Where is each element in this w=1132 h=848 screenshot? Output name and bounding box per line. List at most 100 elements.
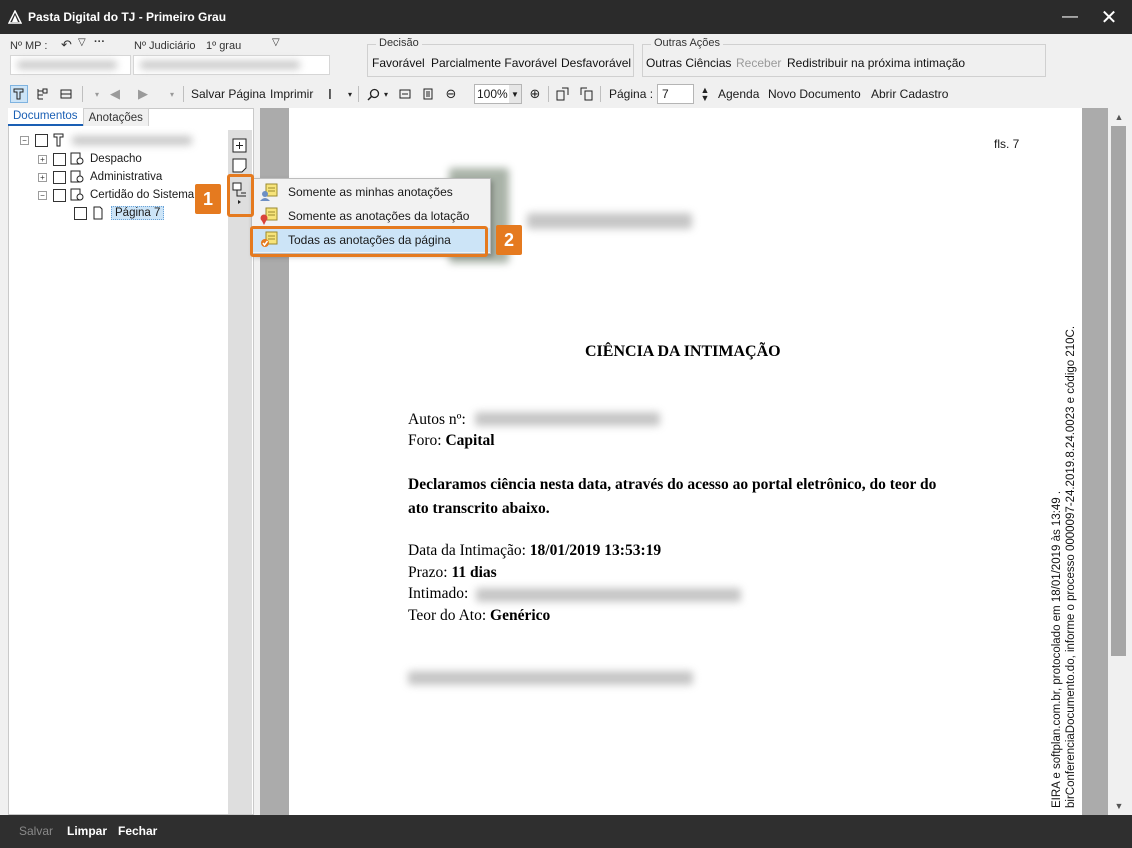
tree-item-label: Página 7	[111, 206, 165, 220]
fechar-button[interactable]: Fechar	[118, 824, 157, 838]
foro-label: Foro:	[408, 432, 442, 449]
abrir-cadastro-button[interactable]: Abrir Cadastro	[871, 85, 948, 103]
checkbox[interactable]	[53, 188, 66, 202]
checkbox[interactable]	[53, 152, 66, 166]
autos-line: Autos nº:	[408, 411, 466, 429]
scroll-up-icon[interactable]: ▲	[1108, 109, 1130, 125]
favoravel-button[interactable]: Favorável	[372, 56, 425, 70]
tree-item-despacho[interactable]: + Despacho	[38, 150, 142, 168]
checkbox[interactable]	[53, 170, 66, 184]
nav-dropdown-icon[interactable]: ▾	[88, 85, 106, 103]
checkbox[interactable]	[35, 133, 48, 147]
agenda-button[interactable]: Agenda	[718, 85, 759, 103]
blurred-footer-text	[408, 671, 693, 685]
fit-page-icon[interactable]	[419, 85, 437, 103]
desfavoravel-button[interactable]: Desfavorável	[561, 56, 631, 70]
prazo-value: 11 dias	[451, 564, 497, 581]
callout-highlight-1	[227, 174, 254, 217]
tree-item-label: Administrativa	[90, 171, 163, 183]
outras-ciencias-button[interactable]: Outras Ciências	[646, 56, 731, 70]
tree-root[interactable]: −	[20, 131, 192, 149]
search-dropdown-icon[interactable]: ▾	[377, 85, 395, 103]
cursor-dropdown-icon[interactable]: ▾	[341, 85, 359, 103]
limpar-button[interactable]: Limpar	[67, 824, 107, 838]
document-seal-icon	[70, 188, 84, 201]
back-arrow-icon[interactable]: ↶	[61, 37, 72, 53]
collapse-icon[interactable]: −	[20, 135, 29, 145]
toolbar: ▾ ◀ ▶ ▾ Salvar Página Imprimir I ▾ ▾ ⊖ 1…	[0, 80, 1132, 108]
menu-item-label: Somente as minhas anotações	[288, 185, 453, 199]
close-window-button[interactable]: ✕	[1086, 0, 1132, 34]
header-fields: Nº MP : ↶ ▽ ··· Nº Judiciário 1º grau ▽ …	[0, 34, 1132, 80]
data-intimacao-line: Data da Intimação: 18/01/2019 13:53:19	[408, 542, 661, 560]
judiciario-label: Nº Judiciário	[134, 40, 196, 52]
receber-button[interactable]: Receber	[736, 56, 781, 70]
scrollbar-thumb[interactable]	[1111, 126, 1126, 656]
salvar-button[interactable]: Salvar	[19, 824, 53, 838]
zoom-select[interactable]: 100% ▼	[474, 84, 522, 104]
tree-item-administrativa[interactable]: + Administrativa	[38, 168, 162, 186]
autos-label: Autos nº:	[408, 411, 466, 428]
zoom-out-icon[interactable]: ⊖	[442, 85, 460, 103]
redistribuir-button[interactable]: Redistribuir na próxima intimação	[787, 56, 965, 70]
rotate-right-icon[interactable]	[577, 85, 595, 103]
novo-documento-button[interactable]: Novo Documento	[768, 85, 861, 103]
judiciario-input[interactable]	[133, 55, 330, 75]
next-dropdown-icon[interactable]: ▾	[163, 85, 181, 103]
user-note-icon	[260, 183, 278, 201]
tree-item-pagina[interactable]: Página 7	[74, 204, 165, 222]
grau-dropdown-icon[interactable]: ▽	[272, 37, 280, 48]
page-icon	[93, 206, 103, 220]
zoom-dropdown-icon[interactable]: ▼	[509, 85, 521, 103]
outras-acoes-title: Outras Ações	[651, 37, 724, 49]
data-label: Data da Intimação:	[408, 542, 526, 559]
prazo-line: Prazo: 11 dias	[408, 564, 497, 582]
tab-documentos[interactable]: Documentos	[8, 108, 83, 126]
callout-badge-2: 2	[496, 225, 522, 255]
pagina-label: Página :	[609, 87, 654, 101]
decisao-title: Decisão	[376, 37, 422, 49]
page-spinner-icon[interactable]: ▲ ▼	[696, 85, 714, 103]
menu-item-my-annotations[interactable]: Somente as minhas anotações	[252, 180, 490, 204]
page-number-value: 7	[662, 87, 669, 101]
collapse-icon[interactable]: −	[38, 190, 47, 200]
zoom-value: 100%	[477, 87, 508, 101]
blurred-autos-number	[475, 412, 660, 426]
note-icon[interactable]	[230, 156, 249, 175]
data-value: 18/01/2019 13:53:19	[529, 542, 662, 559]
zoom-in-icon[interactable]: ⊕	[526, 85, 544, 103]
list-view-icon[interactable]	[57, 85, 75, 103]
mp-label: Nº MP :	[10, 40, 48, 52]
expand-icon[interactable]: +	[38, 172, 47, 182]
callout-badge-1: 1	[195, 184, 221, 214]
panel-tabs: Documentos Anotações	[8, 108, 149, 126]
salvar-pagina-button[interactable]: Salvar Página	[191, 85, 266, 103]
text-cursor-icon[interactable]: I	[321, 85, 339, 103]
tree-item-label: Certidão do Sistema	[90, 189, 195, 201]
location-note-icon	[260, 207, 278, 225]
checkbox[interactable]	[74, 206, 87, 220]
page-number-input[interactable]: 7	[657, 84, 694, 104]
foro-line: Foro: Capital	[408, 432, 495, 450]
tree-view-icon[interactable]	[10, 85, 28, 103]
vertical-scrollbar[interactable]: ▲ ▼	[1108, 108, 1130, 815]
previous-page-icon[interactable]: ◀	[106, 85, 124, 103]
chevron-down-icon[interactable]: ▽	[78, 37, 86, 48]
imprimir-button[interactable]: Imprimir	[270, 85, 313, 103]
structure-icon[interactable]	[33, 85, 51, 103]
parcialmente-favoravel-button[interactable]: Parcialmente Favorável	[431, 56, 557, 70]
next-page-icon[interactable]: ▶	[134, 85, 152, 103]
add-annotation-icon[interactable]	[230, 136, 249, 155]
rotate-left-icon[interactable]	[554, 85, 572, 103]
more-icon[interactable]: ···	[94, 36, 105, 48]
grau-label: 1º grau	[206, 40, 242, 52]
menu-item-lotacao-annotations[interactable]: Somente as anotações da lotação	[252, 204, 490, 228]
mp-input[interactable]	[10, 55, 131, 75]
scroll-down-icon[interactable]: ▼	[1108, 798, 1130, 814]
teor-line: Teor do Ato: Genérico	[408, 607, 550, 625]
tab-anotacoes[interactable]: Anotações	[82, 108, 149, 126]
expand-icon[interactable]: +	[38, 154, 47, 164]
outras-acoes-group: Outras Ações Outras Ciências Receber Red…	[642, 37, 1046, 77]
fit-width-icon[interactable]	[396, 85, 414, 103]
menu-item-label: Somente as anotações da lotação	[288, 209, 470, 223]
